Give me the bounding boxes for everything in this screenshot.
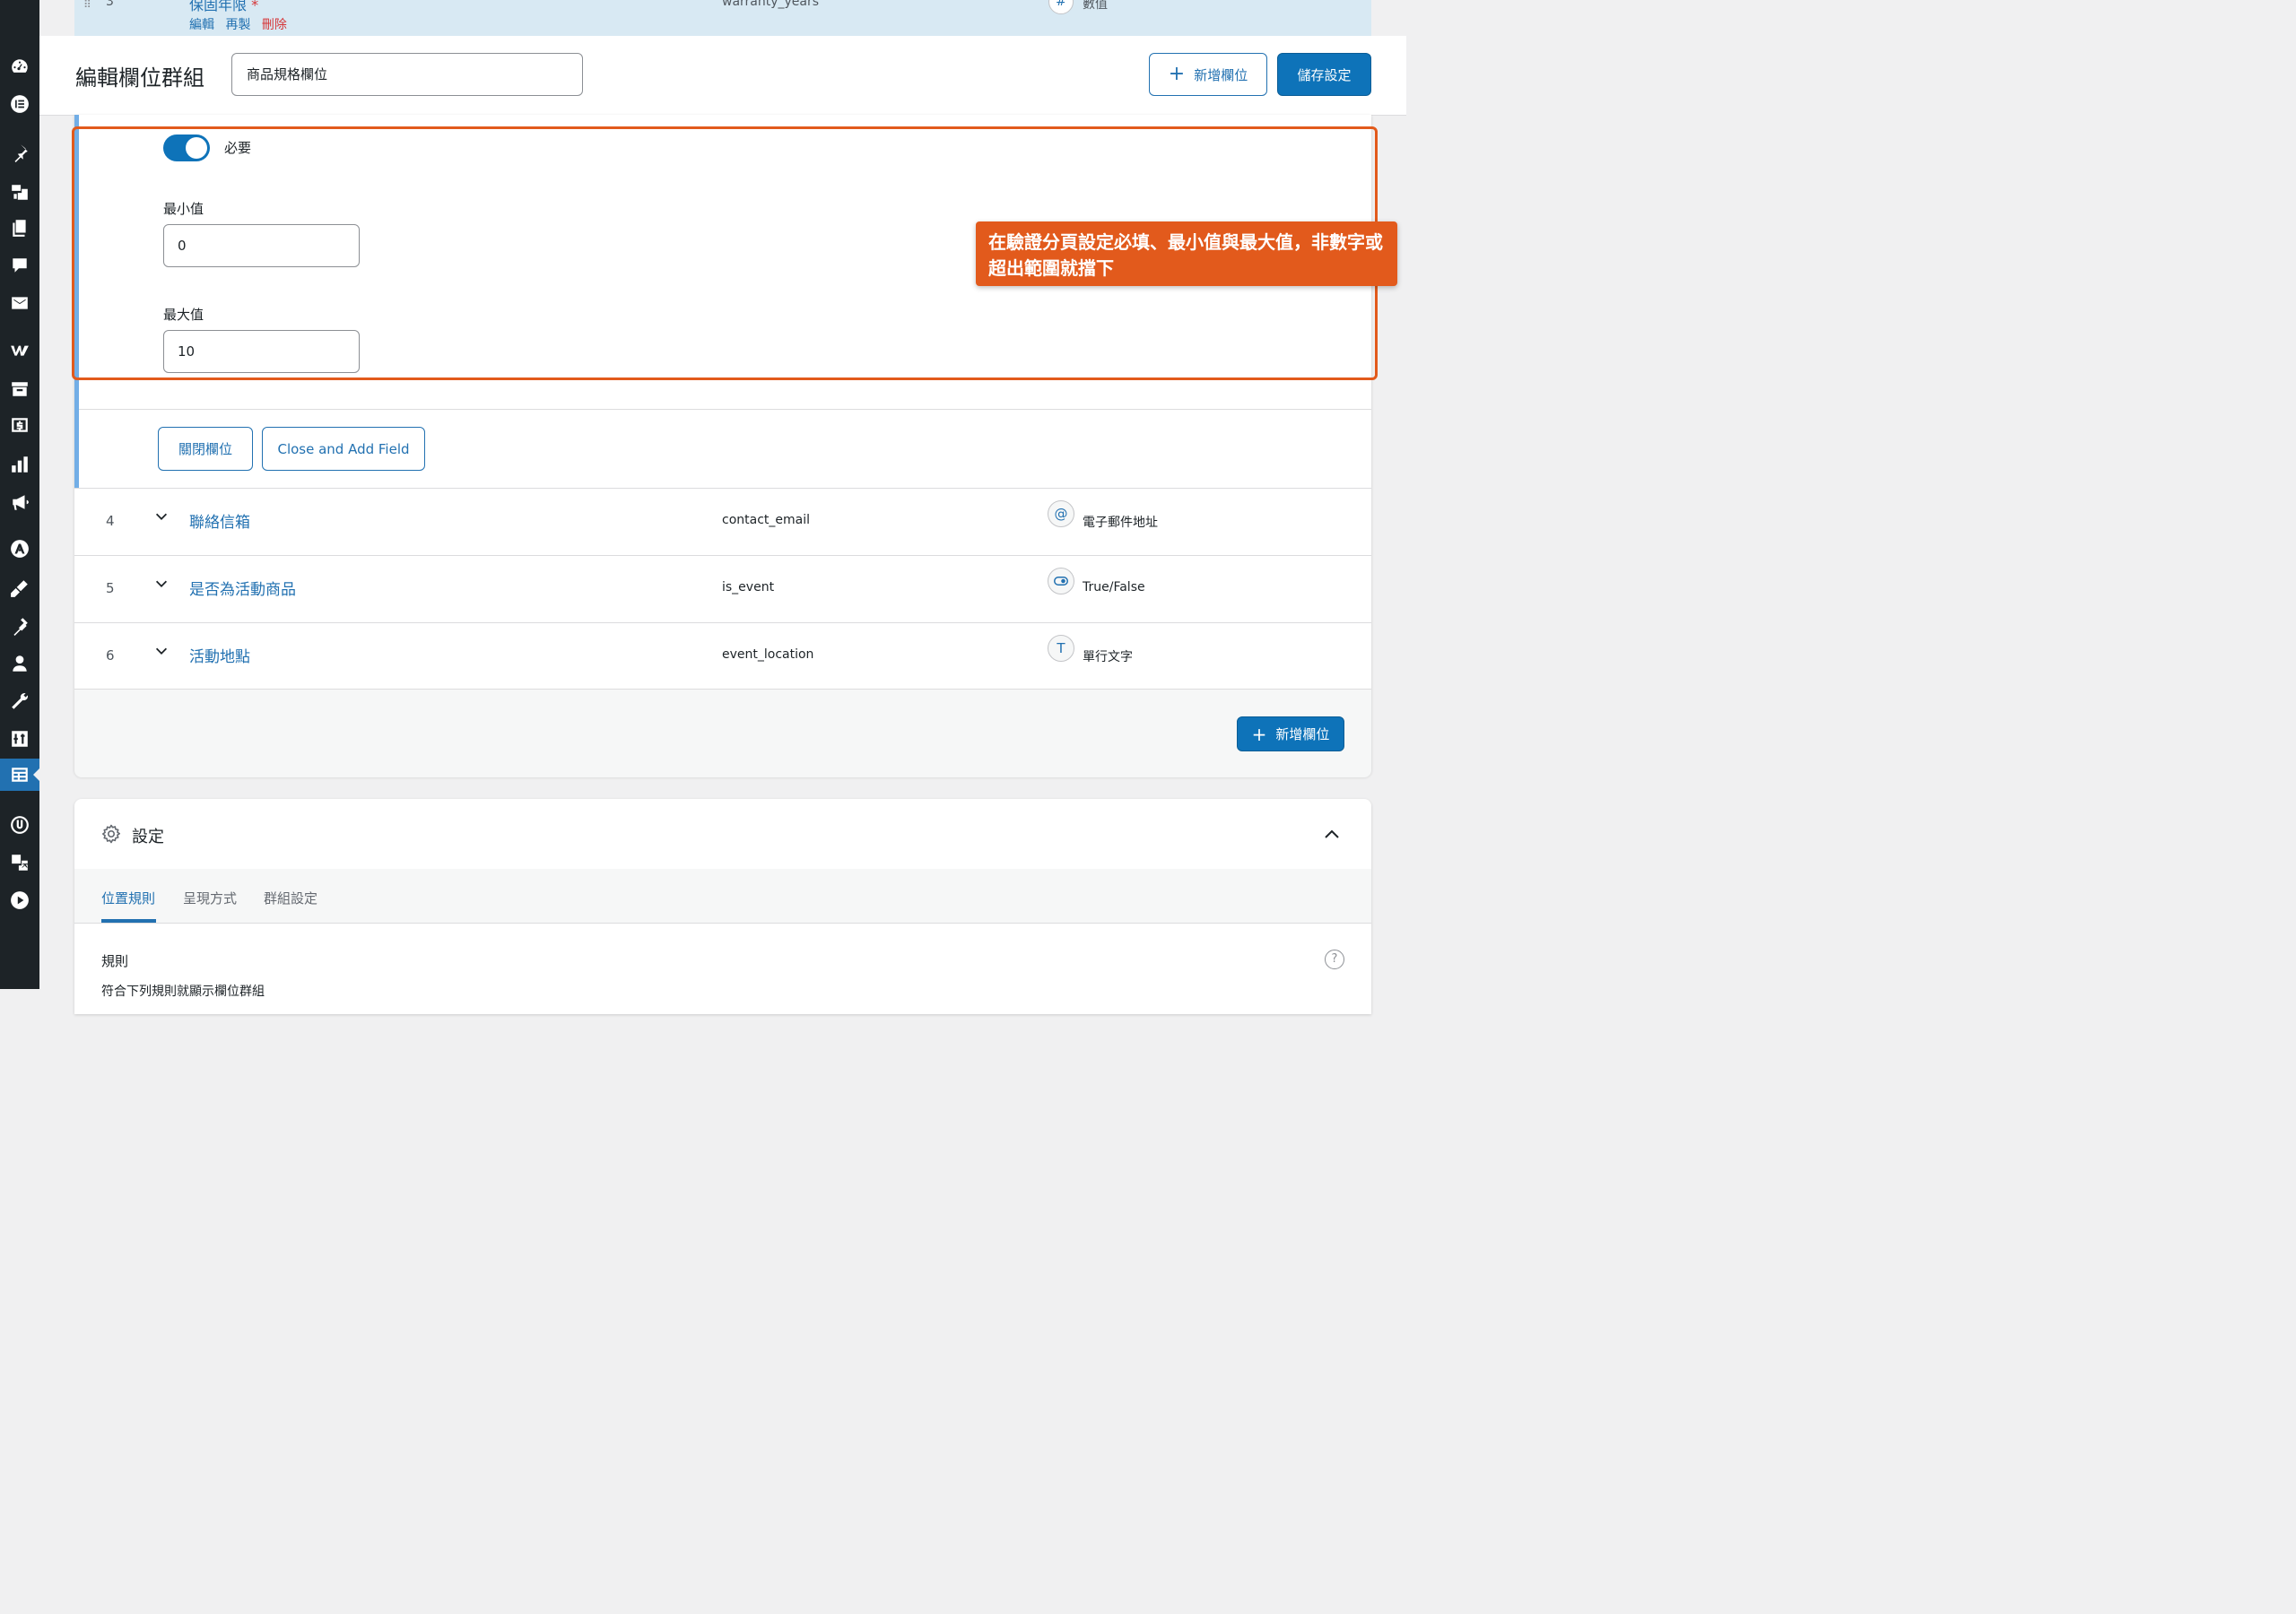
field-label-link[interactable]: 保固年限 *: [189, 0, 258, 14]
elementor-icon[interactable]: [0, 88, 39, 120]
save-button[interactable]: 儲存設定: [1277, 53, 1371, 96]
mail-icon[interactable]: [0, 287, 39, 319]
edit-link[interactable]: 編輯: [189, 18, 214, 32]
astra-icon[interactable]: [0, 533, 39, 565]
help-icon[interactable]: ?: [1325, 950, 1344, 969]
settings-tabs: 位置規則 呈現方式 群組設定: [74, 869, 1371, 924]
products-icon[interactable]: [0, 373, 39, 405]
updraft-icon[interactable]: [0, 809, 39, 841]
field-type: 電子郵件地址: [1083, 516, 1158, 530]
close-field-button[interactable]: 關閉欄位: [158, 427, 253, 471]
settings-sliders-icon[interactable]: [0, 723, 39, 755]
tab-presentation[interactable]: 呈現方式: [183, 889, 237, 907]
tab-group-settings[interactable]: 群組設定: [264, 889, 317, 907]
payments-icon[interactable]: [0, 409, 39, 441]
chevron-up-icon[interactable]: [1323, 826, 1341, 844]
drag-handle-icon[interactable]: ⠿: [83, 0, 92, 11]
appearance-icon[interactable]: [0, 572, 39, 604]
tab-location-rules[interactable]: 位置規則: [101, 889, 155, 907]
field-type: 單行文字: [1083, 650, 1133, 664]
chevron-down-icon[interactable]: [153, 508, 170, 525]
settings-card: 設定 位置規則 呈現方式 群組設定 規則 ? 符合下列規則就顯示欄位群組: [74, 799, 1371, 1014]
row-actions: 編輯 再製 刪除: [189, 15, 294, 33]
fields-footer: + 新增欄位: [74, 689, 1371, 777]
divider: [79, 409, 1371, 410]
field-key: warranty_years: [722, 0, 820, 9]
add-field-bottom-button[interactable]: + 新增欄位: [1237, 716, 1344, 751]
field-type: 數值: [1083, 0, 1108, 12]
pages-icon[interactable]: [0, 212, 39, 244]
marketing-icon[interactable]: [0, 486, 39, 518]
field-row-5[interactable]: 5 是否為活動商品 is_event True/False: [74, 555, 1371, 623]
chevron-down-icon[interactable]: [153, 643, 170, 659]
field-label-link[interactable]: 是否為活動商品: [189, 577, 296, 599]
settings-header[interactable]: 設定: [74, 799, 1371, 870]
group-name-input[interactable]: 商品規格欄位: [231, 53, 583, 96]
play-icon[interactable]: [0, 884, 39, 916]
plus-icon: +: [1251, 723, 1267, 745]
users-icon[interactable]: [0, 647, 39, 680]
field-order-number: 6: [106, 647, 115, 664]
toggle-type-icon: [1048, 568, 1074, 594]
email-type-icon: @: [1048, 500, 1074, 527]
field-key: is_event: [722, 580, 775, 594]
plugins-icon[interactable]: [0, 610, 39, 642]
page-title: 編輯欄位群組: [75, 65, 204, 91]
rules-label: 規則: [101, 953, 129, 969]
text-type-icon: T: [1048, 635, 1074, 662]
field-label-link[interactable]: 活動地點: [189, 644, 250, 666]
chevron-up-icon[interactable]: ⌃: [155, 0, 169, 12]
field-order-number: 4: [106, 513, 115, 529]
pin-icon[interactable]: [0, 136, 39, 169]
media-icon[interactable]: [0, 176, 39, 208]
gear-icon: [102, 824, 120, 844]
admin-sidebar: [0, 0, 39, 989]
woocommerce-icon[interactable]: [0, 334, 39, 366]
settings-title: 設定: [132, 828, 164, 846]
field-row-4[interactable]: 4 聯絡信箱 contact_email @ 電子郵件地址: [74, 488, 1371, 556]
field-type: True/False: [1083, 580, 1145, 594]
delete-link[interactable]: 刪除: [262, 18, 287, 32]
tools-icon[interactable]: [0, 685, 39, 717]
comments-icon[interactable]: [0, 249, 39, 282]
dashboard-icon[interactable]: [0, 50, 39, 82]
number-type-icon: #: [1048, 0, 1074, 14]
plus-icon: +: [1168, 63, 1186, 85]
field-order-number: 5: [106, 580, 115, 596]
add-field-button[interactable]: + 新增欄位: [1149, 53, 1267, 96]
custom-fields-icon[interactable]: [0, 759, 39, 791]
close-and-add-field-button[interactable]: Close and Add Field: [262, 427, 425, 471]
field-row-3[interactable]: ⠿ 3 ⌃ 保固年限 * 編輯 再製 刪除 warranty_years # 數…: [74, 0, 1371, 36]
annotation-callout: 在驗證分頁設定必填、最小值與最大值，非數字或超出範圍就擋下: [976, 221, 1397, 286]
field-label-link[interactable]: 聯絡信箱: [189, 509, 250, 532]
field-row-6[interactable]: 6 活動地點 event_location T 單行文字: [74, 622, 1371, 690]
duplicate-link[interactable]: 再製: [225, 18, 250, 32]
analytics-icon[interactable]: [0, 448, 39, 481]
edit-group-header: 編輯欄位群組 商品規格欄位 + 新增欄位 儲存設定: [39, 36, 1406, 116]
field-order-number: 3: [106, 0, 114, 9]
field-key: contact_email: [722, 513, 810, 527]
translate-icon[interactable]: [0, 846, 39, 879]
chevron-down-icon[interactable]: [153, 576, 170, 592]
active-tab-indicator: [101, 919, 156, 923]
field-key: event_location: [722, 647, 814, 662]
rules-description: 符合下列規則就顯示欄位群組: [101, 985, 265, 999]
